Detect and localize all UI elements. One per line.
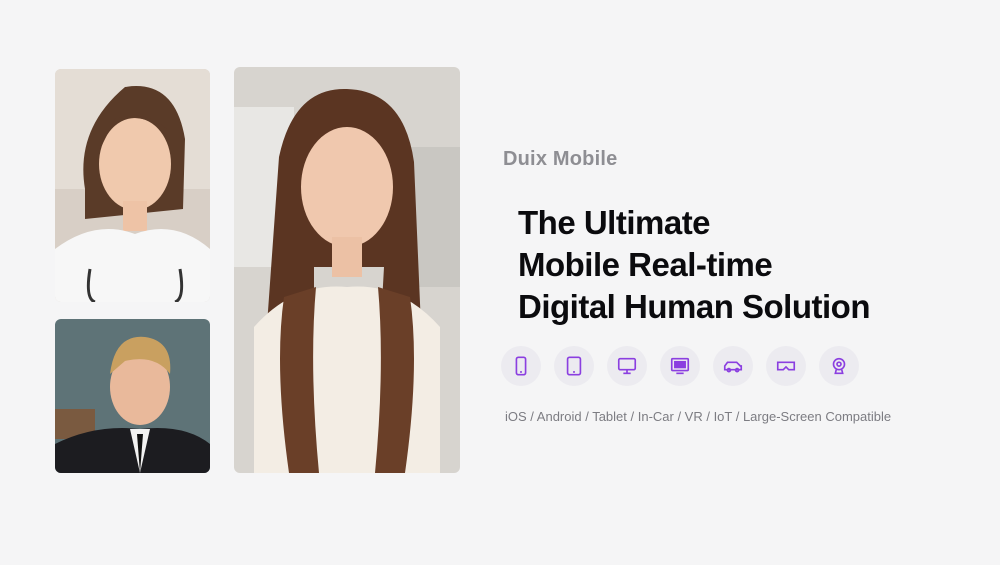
webcam-icon <box>819 346 859 386</box>
headline-line-3: Digital Human Solution <box>518 288 870 325</box>
doctor-avatar-photo <box>55 69 210 302</box>
tablet-icon <box>554 346 594 386</box>
compatibility-text: iOS / Android / Tablet / In-Car / VR / I… <box>505 409 892 424</box>
car-icon <box>713 346 753 386</box>
vr-headset-icon <box>766 346 806 386</box>
headline-line-1: The Ultimate <box>518 204 711 241</box>
device-icon-row <box>501 346 859 386</box>
monitor-icon <box>660 346 700 386</box>
businessman-avatar-photo <box>55 319 210 473</box>
phone-icon <box>501 346 541 386</box>
main-avatar-photo <box>234 67 460 473</box>
headline-line-2: Mobile Real-time <box>518 246 773 283</box>
brand-title: Duix Mobile <box>503 148 618 170</box>
desktop-icon <box>607 346 647 386</box>
page-headline: The Ultimate Mobile Real-time Digital Hu… <box>518 202 958 328</box>
